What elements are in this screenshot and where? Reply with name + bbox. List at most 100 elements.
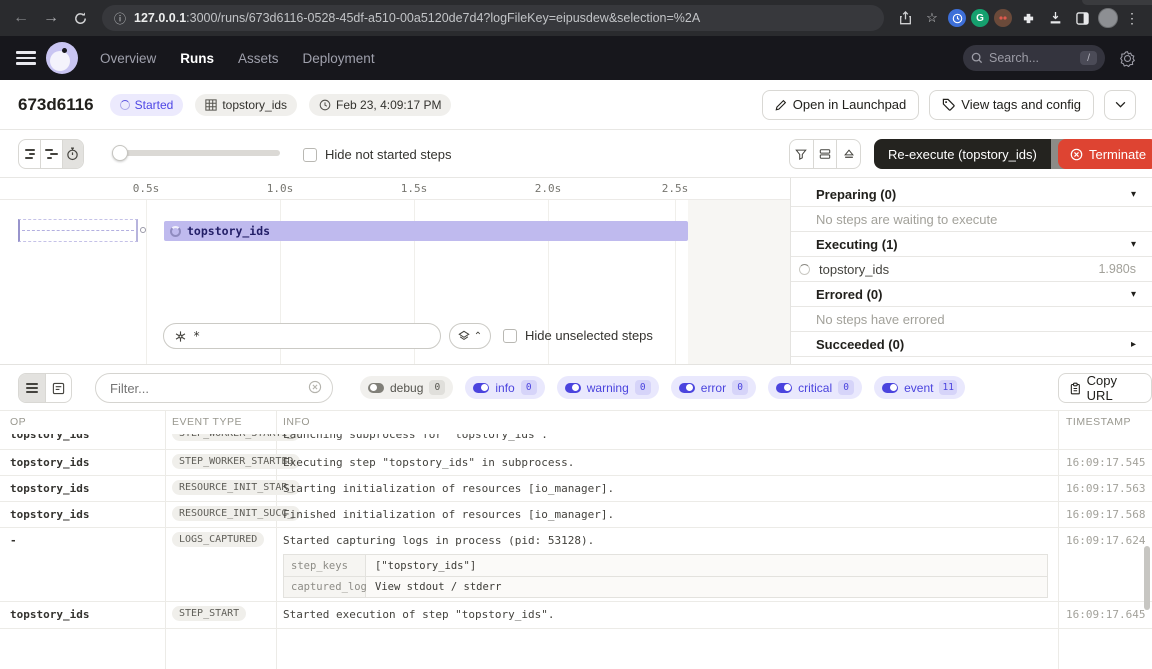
- toggle-icon: [882, 383, 898, 393]
- browser-menu-icon[interactable]: ⋮: [1123, 10, 1141, 27]
- axis-tick: 2.5s: [662, 182, 689, 195]
- nav-item-runs[interactable]: Runs: [180, 51, 214, 66]
- table-row[interactable]: - LOGS_CAPTURED Started capturing logs i…: [0, 528, 1152, 602]
- layout-waterfall-button[interactable]: [40, 140, 61, 168]
- step-selector-value: *: [193, 329, 200, 343]
- browser-back-icon[interactable]: ←: [6, 9, 36, 27]
- caret-down-icon: ▾: [1131, 239, 1136, 250]
- section-succeeded-header[interactable]: Succeeded (0) ▸: [791, 332, 1152, 357]
- terminate-button[interactable]: Terminate: [1058, 139, 1152, 169]
- metadata-key: captured_logs: [284, 577, 366, 597]
- extensions-puzzle-icon[interactable]: [1017, 7, 1039, 29]
- layout-timed-button[interactable]: [62, 140, 83, 168]
- graph-query-toggle-button[interactable]: ⌃: [449, 323, 491, 349]
- level-pill-critical[interactable]: critical 0: [768, 376, 862, 399]
- gantt-zoom-slider[interactable]: [114, 150, 280, 156]
- axis-tick: 0.5s: [133, 182, 160, 195]
- layout-flat-button[interactable]: [19, 140, 40, 168]
- settings-gear-icon[interactable]: [1119, 50, 1136, 67]
- metadata-subtable: step_keys ["topstory_ids"] captured_logs…: [283, 554, 1048, 598]
- search-shortcut-badge: /: [1080, 51, 1097, 65]
- browser-reload-icon[interactable]: [66, 11, 94, 26]
- clear-filter-icon[interactable]: [308, 380, 322, 394]
- copy-url-button[interactable]: Copy URL: [1058, 373, 1152, 403]
- step-selector-input[interactable]: *: [163, 323, 441, 349]
- side-panel-icon[interactable]: [1071, 7, 1093, 29]
- row-density-button[interactable]: [813, 140, 837, 168]
- metadata-value: ["topstory_ids"]: [366, 555, 1047, 576]
- extension-grammarly-icon[interactable]: G: [971, 9, 989, 27]
- level-count-badge: 0: [429, 380, 445, 395]
- log-view-segmented: [18, 373, 72, 403]
- step-state-panel: Preparing (0) ▾ No steps are waiting to …: [791, 178, 1152, 365]
- hide-unselected-checkbox[interactable]: [503, 329, 517, 343]
- section-errored-header[interactable]: Errored (0) ▾: [791, 282, 1152, 307]
- caret-right-icon: ▸: [1131, 339, 1136, 350]
- profile-avatar[interactable]: [1098, 8, 1118, 28]
- spinner-icon: [170, 226, 181, 237]
- job-name-pill[interactable]: topstory_ids: [195, 94, 297, 116]
- level-pill-event[interactable]: event 11: [874, 376, 965, 399]
- view-tags-config-button[interactable]: View tags and config: [929, 90, 1094, 120]
- log-level-filters: debug 0 info 0 warning 0 error 0 critica…: [360, 376, 965, 399]
- browser-url-bar[interactable]: ⓘ 127.0.0.1:3000/runs/673d6116-0528-45df…: [102, 5, 884, 31]
- site-info-icon[interactable]: ⓘ: [114, 10, 126, 27]
- share-icon[interactable]: [894, 7, 916, 29]
- col-timestamp: TIMESTAMP: [1066, 416, 1131, 428]
- table-row[interactable]: topstory_ids STEP_WORKER_STARTI_ Launchi…: [0, 434, 1152, 450]
- downloads-icon[interactable]: [1044, 7, 1066, 29]
- spinner-icon: [120, 100, 130, 110]
- level-count-badge: 11: [939, 380, 956, 395]
- chevron-down-icon: [1115, 101, 1126, 108]
- caret-down-icon: ▾: [1131, 289, 1136, 300]
- log-filter-input[interactable]: [95, 373, 333, 403]
- hamburger-menu-icon[interactable]: [16, 51, 36, 65]
- log-structured-view-button[interactable]: [45, 374, 72, 402]
- nav-item-assets[interactable]: Assets: [238, 51, 279, 66]
- table-row[interactable]: topstory_ids RESOURCE_INIT_STAR_ Startin…: [0, 476, 1152, 502]
- section-executing-header[interactable]: Executing (1) ▾: [791, 232, 1152, 257]
- run-actions-dropdown-button[interactable]: [1104, 90, 1136, 120]
- captured-logs-link[interactable]: View stdout / stderr: [366, 577, 1047, 597]
- reexecute-button[interactable]: Re-execute (topstory_ids): [874, 139, 1051, 169]
- tag-icon: [942, 98, 955, 111]
- extension-badge-icon[interactable]: [994, 9, 1012, 27]
- gantt-option-buttons: [789, 139, 861, 169]
- level-pill-warning[interactable]: warning 0: [557, 376, 659, 399]
- section-preparing-header[interactable]: Preparing (0) ▾: [791, 182, 1152, 207]
- toggle-icon: [565, 383, 581, 393]
- level-pill-info[interactable]: info 0: [465, 376, 544, 399]
- hide-not-started-checkbox[interactable]: [303, 148, 317, 162]
- nav-item-overview[interactable]: Overview: [100, 51, 156, 66]
- eject-icon: [843, 148, 855, 160]
- caret-down-icon: ▾: [1131, 189, 1136, 200]
- collapse-panel-button[interactable]: [836, 140, 860, 168]
- table-row[interactable]: topstory_ids STEP_START Started executio…: [0, 602, 1152, 629]
- slider-handle[interactable]: [112, 145, 128, 161]
- axis-tick: 2.0s: [535, 182, 562, 195]
- job-grid-icon: [205, 99, 217, 111]
- dagster-logo[interactable]: [46, 42, 78, 74]
- nav-item-deployment[interactable]: Deployment: [303, 51, 375, 66]
- executing-step-row[interactable]: topstory_ids 1.980s: [791, 257, 1152, 282]
- browser-forward-icon[interactable]: →: [36, 9, 66, 27]
- stopwatch-icon: [66, 147, 79, 161]
- browser-action-icons: ☆ G ⋮: [894, 7, 1141, 29]
- log-list-view-button[interactable]: [19, 374, 45, 402]
- level-pill-debug[interactable]: debug 0: [360, 376, 453, 399]
- level-pill-error[interactable]: error 0: [671, 376, 756, 399]
- axis-tick: 1.0s: [267, 182, 294, 195]
- gantt-step-bar[interactable]: topstory_ids: [164, 221, 688, 241]
- run-status-badge: Started: [110, 94, 184, 116]
- op-selector-icon: [174, 330, 187, 343]
- bookmark-star-icon[interactable]: ☆: [921, 7, 943, 29]
- col-info: INFO: [283, 416, 310, 428]
- log-scrollbar[interactable]: [1144, 546, 1150, 610]
- app-navbar: Overview Runs Assets Deployment Search..…: [0, 36, 1152, 80]
- global-search-input[interactable]: Search... /: [963, 45, 1105, 71]
- table-row[interactable]: topstory_ids RESOURCE_INIT_SUCC_ Finishe…: [0, 502, 1152, 528]
- table-row[interactable]: topstory_ids STEP_WORKER_STARTED Executi…: [0, 450, 1152, 476]
- open-in-launchpad-button[interactable]: Open in Launchpad: [762, 90, 919, 120]
- filter-funnel-button[interactable]: [790, 140, 813, 168]
- extension-clock-icon[interactable]: [948, 9, 966, 27]
